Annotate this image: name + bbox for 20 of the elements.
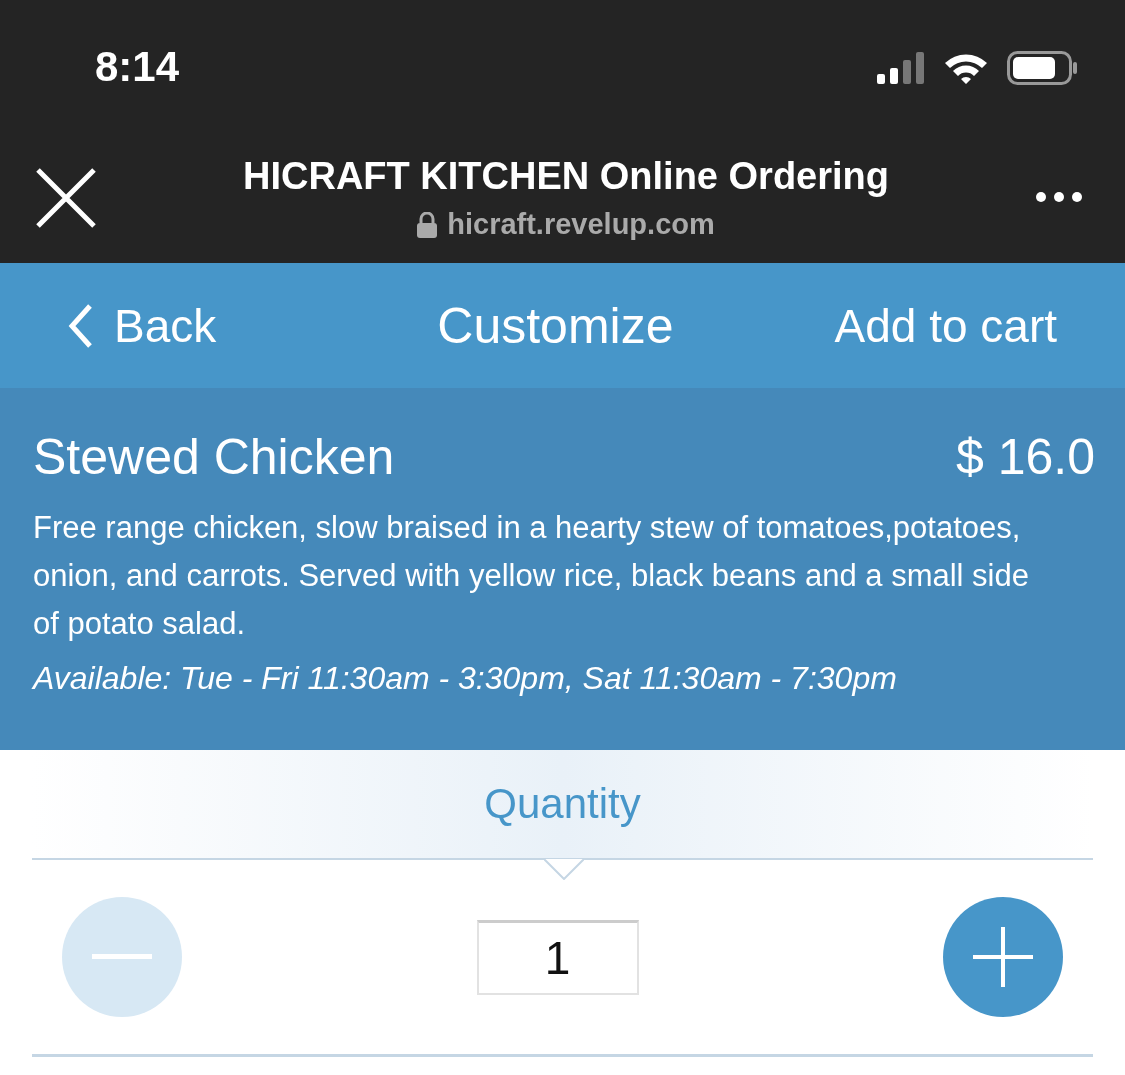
availability-text: Available: Tue - Fri 11:30am - 3:30pm, Sat 11:30am - 7:30pm — [33, 660, 898, 697]
signal-icon — [877, 49, 925, 86]
item-price: $ 16.0 — [956, 428, 1095, 486]
more-icon[interactable] — [1035, 191, 1083, 203]
lock-icon — [417, 211, 438, 238]
url-text: hicraft.revelup.com — [447, 208, 715, 241]
nav-title: Customize — [437, 296, 674, 355]
quantity-field[interactable]: 1 — [476, 919, 639, 995]
add-to-cart-button[interactable]: Add to cart — [834, 298, 1057, 353]
item-name: Stewed Chicken — [33, 428, 395, 486]
close-icon[interactable] — [35, 167, 97, 229]
status-time: 8:14 — [95, 42, 180, 91]
quantity-label: Quantity — [484, 780, 641, 828]
minus-icon — [92, 954, 152, 960]
chevron-left-icon — [68, 302, 94, 349]
page-title: HICRAFT KITCHEN Online Ordering — [243, 155, 889, 198]
item-description: Free range chicken, slow braised in a hearty stew of tomatoes,potatoes, onion, and carrots. Served with yellow rice, black beans and a small side of potato salad. — [33, 509, 1030, 643]
plus-icon — [973, 927, 1033, 987]
battery-icon — [1007, 50, 1077, 85]
back-button[interactable]: Back — [68, 298, 217, 353]
